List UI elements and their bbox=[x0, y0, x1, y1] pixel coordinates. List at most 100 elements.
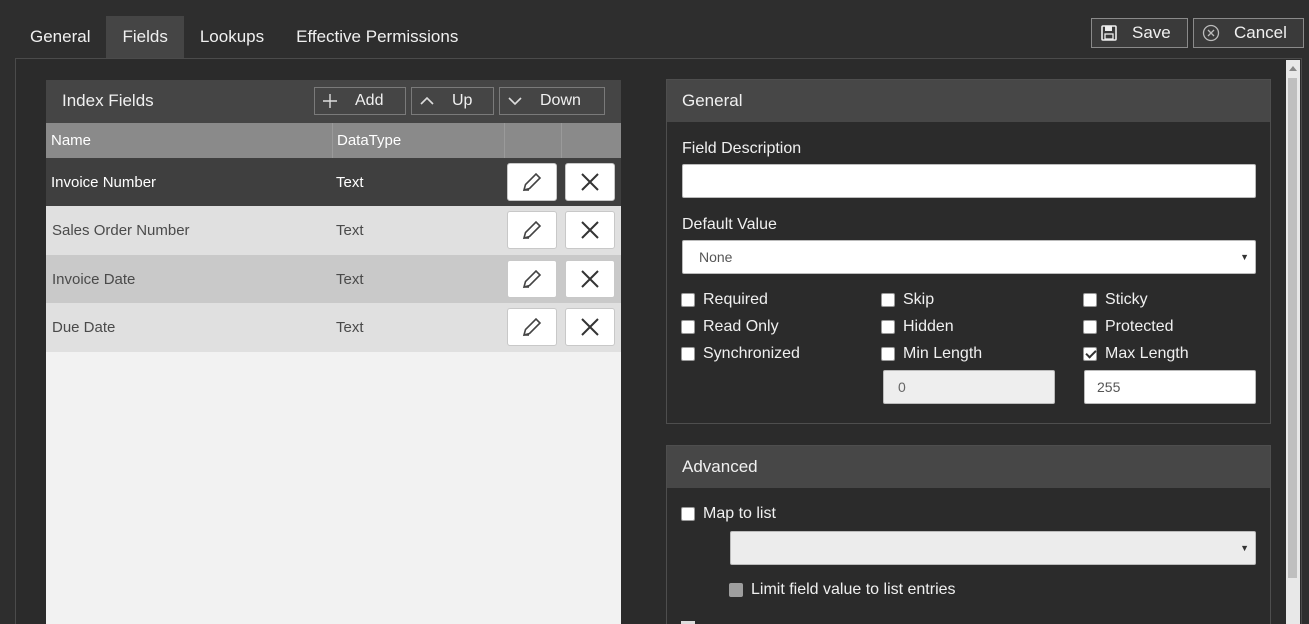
checkbox-label: Read Only bbox=[703, 318, 779, 335]
dropdown-caret-icon: ▼ bbox=[1240, 252, 1249, 262]
map-to-list-checkbox[interactable]: Map to list bbox=[681, 505, 776, 523]
checkbox-box[interactable] bbox=[681, 347, 695, 361]
checkbox-label: Max Length bbox=[1105, 345, 1189, 362]
checkbox-box[interactable] bbox=[1083, 347, 1097, 361]
down-button[interactable]: Down bbox=[499, 87, 605, 115]
delete-button[interactable] bbox=[565, 163, 615, 201]
dropdown-caret-icon: ▼ bbox=[1240, 543, 1249, 553]
max-length-checkbox[interactable]: Max Length bbox=[1083, 345, 1189, 363]
checkbox-box[interactable] bbox=[1083, 293, 1097, 307]
general-panel-title: General bbox=[667, 80, 1270, 122]
protected-checkbox[interactable]: Protected bbox=[1083, 318, 1173, 336]
close-icon bbox=[581, 221, 599, 239]
sticky-checkbox[interactable]: Sticky bbox=[1083, 291, 1148, 309]
field-description-label: Field Description bbox=[682, 140, 802, 157]
close-icon bbox=[581, 270, 599, 288]
pencil-icon bbox=[522, 317, 542, 337]
column-header-edit bbox=[505, 123, 562, 158]
row-datatype: Text bbox=[336, 319, 364, 336]
down-label: Down bbox=[540, 92, 581, 109]
checkbox-label: Synchronized bbox=[703, 345, 800, 362]
limit-to-list-checkbox[interactable]: Limit field value to list entries bbox=[729, 581, 956, 599]
cancel-label: Cancel bbox=[1234, 23, 1287, 42]
up-button[interactable]: Up bbox=[411, 87, 494, 115]
checkbox-label: Required bbox=[703, 291, 768, 308]
pencil-icon bbox=[522, 172, 542, 192]
add-button[interactable]: Add bbox=[314, 87, 406, 115]
min-length-checkbox[interactable]: Min Length bbox=[881, 345, 982, 363]
field-description-input[interactable] bbox=[682, 164, 1256, 198]
checkbox-label: Limit field value to list entries bbox=[751, 581, 956, 598]
row-datatype: Text bbox=[336, 222, 364, 239]
row-datatype: Text bbox=[336, 173, 364, 191]
add-label: Add bbox=[355, 92, 384, 109]
index-fields-header: Index Fields Add Up Down bbox=[46, 80, 621, 123]
edit-button[interactable] bbox=[507, 308, 557, 346]
tab-lookups[interactable]: Lookups bbox=[184, 16, 280, 58]
save-button[interactable]: Save bbox=[1091, 18, 1188, 48]
index-fields-panel: Index Fields Add Up Down Name DataType I… bbox=[46, 80, 621, 624]
checkbox-box[interactable] bbox=[681, 507, 695, 521]
read-only-checkbox[interactable]: Read Only bbox=[681, 318, 779, 336]
tab-bar: General Fields Lookups Effective Permiss… bbox=[14, 16, 474, 58]
checkbox-label: Skip bbox=[903, 291, 935, 308]
default-value-select[interactable]: None ▼ bbox=[682, 240, 1256, 274]
cancel-circle-icon bbox=[1194, 24, 1228, 42]
delete-button[interactable] bbox=[565, 308, 615, 346]
checkbox-label: Sticky bbox=[1105, 291, 1148, 308]
checkbox-box[interactable] bbox=[881, 320, 895, 334]
scroll-up-icon[interactable] bbox=[1286, 60, 1300, 76]
checkbox-label: Min Length bbox=[903, 345, 983, 362]
default-value-selected: None bbox=[699, 249, 733, 265]
plus-icon bbox=[315, 93, 345, 109]
row-name: Invoice Date bbox=[52, 270, 136, 288]
map-to-list-select[interactable]: ▼ bbox=[730, 531, 1256, 565]
row-name: Due Date bbox=[52, 319, 116, 336]
tab-effective-permissions[interactable]: Effective Permissions bbox=[280, 16, 474, 58]
checkbox-box[interactable] bbox=[881, 347, 895, 361]
edit-button[interactable] bbox=[507, 260, 557, 298]
chevron-down-icon bbox=[500, 96, 530, 106]
default-value-label: Default Value bbox=[682, 216, 777, 233]
tab-general[interactable]: General bbox=[14, 16, 106, 58]
table-row[interactable]: Sales Order Number Text bbox=[46, 206, 621, 255]
advanced-panel: Advanced Map to list ▼ Limit field value… bbox=[666, 445, 1271, 624]
checkbox-label: Hidden bbox=[903, 318, 954, 335]
table-row[interactable]: Invoice Date Text bbox=[46, 255, 621, 303]
checkbox-box[interactable] bbox=[681, 320, 695, 334]
row-name: Sales Order Number bbox=[52, 222, 190, 239]
checkbox-label: Map to list bbox=[703, 505, 776, 522]
save-icon bbox=[1092, 25, 1126, 41]
edit-button[interactable] bbox=[507, 211, 557, 249]
row-name: Invoice Number bbox=[51, 173, 157, 191]
required-checkbox[interactable]: Required bbox=[681, 291, 768, 309]
column-header-name[interactable]: Name bbox=[46, 123, 333, 158]
skip-checkbox[interactable]: Skip bbox=[881, 291, 934, 309]
table-row[interactable]: Due Date Text bbox=[46, 303, 621, 352]
chevron-up-icon bbox=[412, 96, 442, 106]
checkbox-box[interactable] bbox=[1083, 320, 1097, 334]
vertical-scrollbar[interactable] bbox=[1286, 60, 1300, 624]
checkbox-box[interactable] bbox=[881, 293, 895, 307]
table-header: Name DataType bbox=[46, 123, 621, 158]
general-panel: General Field Description Default Value … bbox=[666, 79, 1271, 424]
hidden-checkbox[interactable]: Hidden bbox=[881, 318, 954, 336]
scrollbar-thumb[interactable] bbox=[1288, 78, 1297, 578]
max-length-input[interactable]: 255 bbox=[1084, 370, 1256, 404]
checkbox-box[interactable] bbox=[729, 583, 743, 597]
table-row[interactable]: Invoice Number Text bbox=[46, 158, 621, 206]
cancel-button[interactable]: Cancel bbox=[1193, 18, 1304, 48]
tab-fields[interactable]: Fields bbox=[106, 16, 184, 58]
delete-button[interactable] bbox=[565, 260, 615, 298]
column-header-delete bbox=[562, 123, 619, 158]
checkbox-box[interactable] bbox=[681, 293, 695, 307]
synchronized-checkbox[interactable]: Synchronized bbox=[681, 345, 800, 363]
save-label: Save bbox=[1132, 23, 1171, 42]
edit-button[interactable] bbox=[507, 163, 557, 201]
pencil-icon bbox=[522, 220, 542, 240]
checkbox-label: Protected bbox=[1105, 318, 1174, 335]
min-length-input[interactable]: 0 bbox=[883, 370, 1055, 404]
column-header-datatype[interactable]: DataType bbox=[333, 123, 505, 158]
pencil-icon bbox=[522, 269, 542, 289]
delete-button[interactable] bbox=[565, 211, 615, 249]
